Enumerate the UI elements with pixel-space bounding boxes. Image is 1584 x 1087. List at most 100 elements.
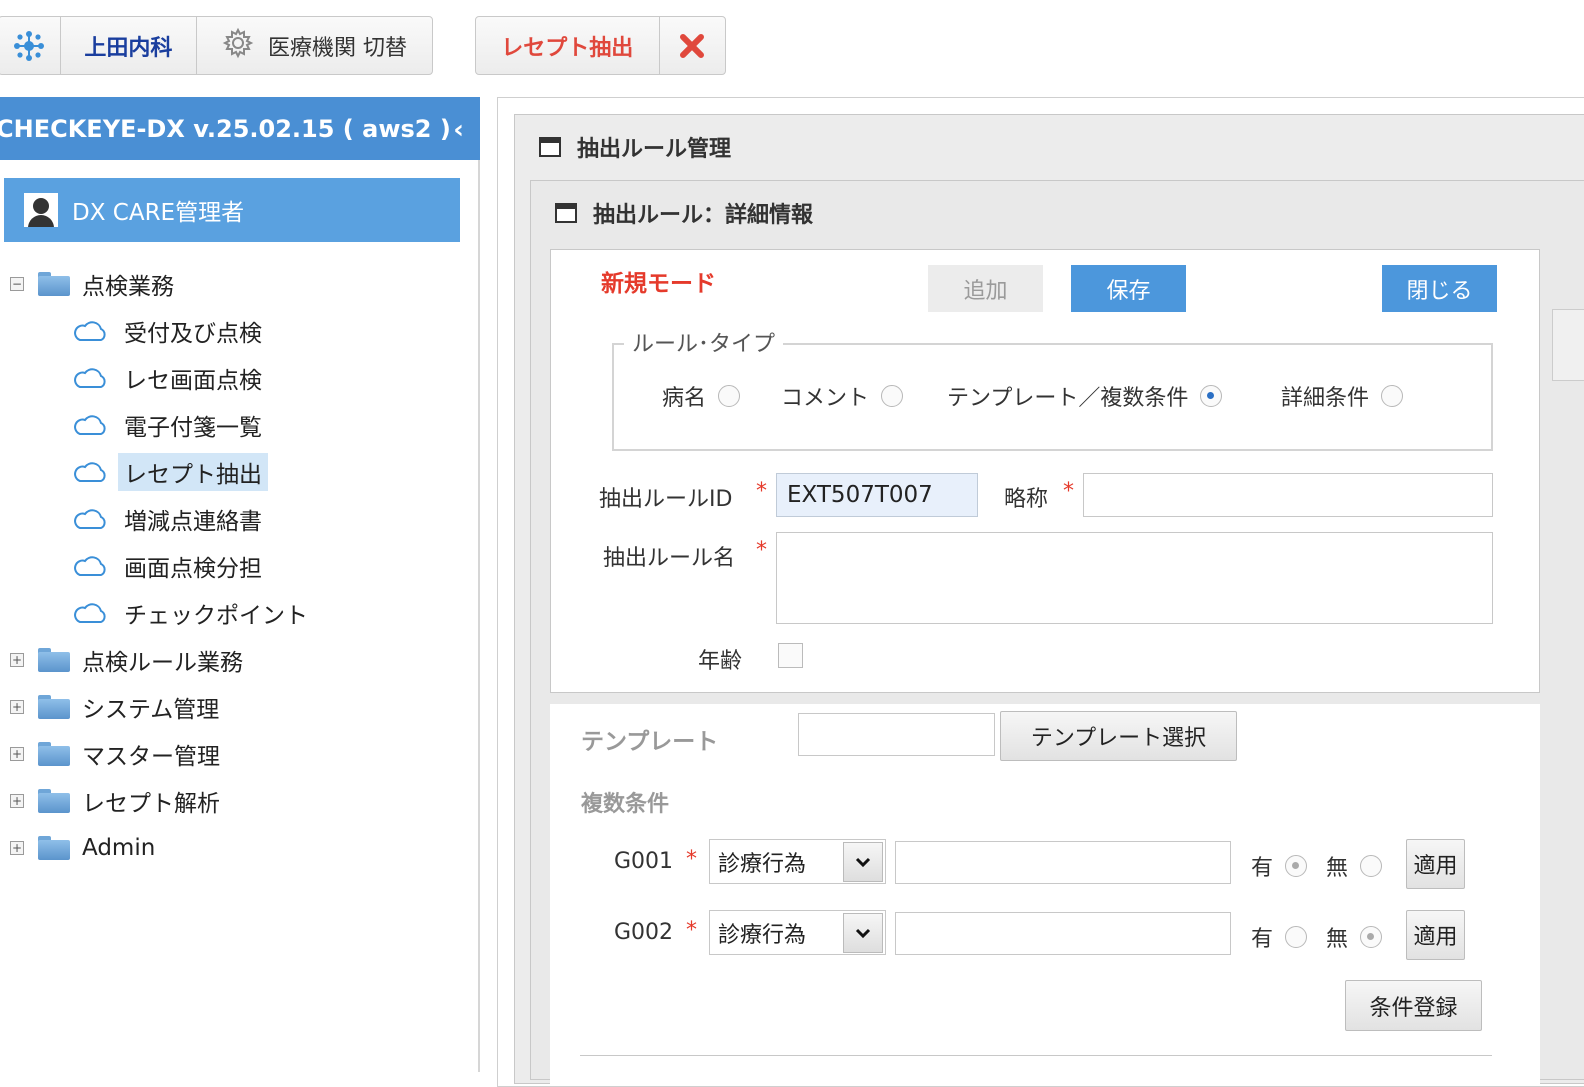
rule-form bbox=[550, 249, 1540, 693]
vertical-scrollbar[interactable] bbox=[1550, 249, 1584, 1079]
short-name-field[interactable] bbox=[1083, 473, 1493, 517]
condition-value-field[interactable] bbox=[895, 912, 1231, 955]
switch-clinic-button[interactable]: 医療機関 切替 bbox=[197, 17, 432, 74]
expand-icon[interactable]: + bbox=[10, 652, 24, 667]
rule-id-field[interactable]: EXT507T007 bbox=[776, 473, 978, 517]
tree-item-label: 画面点検分担 bbox=[124, 555, 262, 582]
clinic-name-button[interactable]: 上田内科 bbox=[61, 17, 198, 74]
expand-icon[interactable]: + bbox=[10, 746, 24, 761]
save-button[interactable]: 保存 bbox=[1071, 265, 1186, 312]
scrollbar-thumb[interactable] bbox=[1552, 309, 1584, 381]
radio-template[interactable] bbox=[1200, 385, 1223, 407]
folder-open-icon bbox=[38, 271, 70, 296]
required-mark: * bbox=[686, 918, 697, 943]
rule-type-template[interactable]: テンプレート／複数条件 bbox=[947, 380, 1223, 412]
close-button[interactable]: 閉じる bbox=[1382, 265, 1497, 312]
folder-icon bbox=[38, 741, 70, 766]
panel-header: 抽出ルール管理 bbox=[515, 115, 1584, 179]
tree-item-sticky-notes[interactable]: 電子付箋一覧 bbox=[0, 401, 470, 448]
condition-value-field[interactable] bbox=[895, 841, 1231, 884]
template-label: テンプレート bbox=[581, 729, 719, 755]
tree-item-receipt-extract[interactable]: レセプト抽出 bbox=[0, 448, 470, 495]
user-name: DX CARE管理者 bbox=[72, 200, 245, 226]
rule-type-legend: ルール･タイプ bbox=[624, 326, 784, 358]
register-conditions-button[interactable]: 条件登録 bbox=[1345, 980, 1482, 1031]
expand-icon[interactable]: + bbox=[10, 699, 24, 714]
template-field[interactable] bbox=[798, 713, 995, 756]
condition-yes-option[interactable]: 有 bbox=[1251, 921, 1308, 953]
conditions-label: 複数条件 bbox=[581, 792, 670, 817]
radio-yes[interactable] bbox=[1285, 926, 1308, 948]
rule-type-disease[interactable]: 病名 bbox=[662, 380, 741, 412]
tree-group-receipt-analysis[interactable]: + レセプト解析 bbox=[0, 777, 470, 824]
radio-comment[interactable] bbox=[881, 385, 904, 407]
app-logo-icon[interactable] bbox=[0, 17, 61, 74]
cloud-icon bbox=[74, 508, 106, 529]
app-header: CHECKEYE-DX v.25.02.15 ( aws2 ) ‹ bbox=[0, 97, 480, 160]
folder-icon bbox=[38, 788, 70, 813]
radio-no[interactable] bbox=[1360, 926, 1383, 948]
collapse-icon[interactable]: − bbox=[10, 276, 24, 291]
rule-type-detail[interactable]: 詳細条件 bbox=[1281, 380, 1404, 412]
app-version-title: CHECKEYE-DX v.25.02.15 ( aws2 ) bbox=[0, 114, 451, 143]
divider bbox=[580, 1055, 1492, 1056]
rule-type-comment[interactable]: コメント bbox=[781, 380, 904, 412]
condition-no-option[interactable]: 無 bbox=[1326, 921, 1383, 953]
tree-item-rese-screen[interactable]: レセ画面点検 bbox=[0, 354, 470, 401]
close-tab-icon[interactable] bbox=[660, 17, 725, 74]
tree-group-admin[interactable]: + Admin bbox=[0, 824, 470, 871]
condition-yes-option[interactable]: 有 bbox=[1251, 850, 1308, 882]
condition-type-select[interactable]: 診療行為 bbox=[709, 839, 886, 884]
gear-icon bbox=[222, 27, 254, 65]
age-checkbox[interactable] bbox=[778, 643, 803, 668]
user-box[interactable]: DX CARE管理者 bbox=[4, 178, 460, 242]
tree-group-inspection[interactable]: − 点検業務 bbox=[0, 260, 470, 307]
expand-icon[interactable]: + bbox=[10, 840, 24, 855]
rule-name-field[interactable] bbox=[776, 532, 1493, 624]
folder-icon bbox=[38, 647, 70, 672]
template-select-button[interactable]: テンプレート選択 bbox=[1000, 711, 1237, 761]
tree-item-label: 電子付箋一覧 bbox=[124, 414, 262, 441]
radio-detail[interactable] bbox=[1381, 385, 1404, 407]
apply-button[interactable]: 適用 bbox=[1406, 910, 1465, 960]
tree-item-adjustment-notice[interactable]: 増減点連絡書 bbox=[0, 495, 470, 542]
apply-button[interactable]: 適用 bbox=[1406, 839, 1465, 889]
cloud-icon bbox=[74, 320, 106, 341]
tree-item-label: レセ画面点検 bbox=[124, 367, 262, 394]
select-value: 診療行為 bbox=[718, 851, 807, 877]
tree-item-reception[interactable]: 受付及び点検 bbox=[0, 307, 470, 354]
tree-item-label-selected: レセプト抽出 bbox=[118, 452, 268, 491]
tree-group-label: システム管理 bbox=[82, 696, 220, 723]
condition-no-option[interactable]: 無 bbox=[1326, 850, 1383, 882]
tree-item-screen-assignment[interactable]: 画面点検分担 bbox=[0, 542, 470, 589]
cloud-icon bbox=[74, 414, 106, 435]
tree-group-label: 点検ルール業務 bbox=[82, 649, 243, 676]
cloud-icon bbox=[74, 602, 106, 623]
folder-icon bbox=[38, 835, 70, 860]
tree-item-checkpoint[interactable]: チェックポイント bbox=[0, 589, 470, 636]
expand-icon[interactable]: + bbox=[10, 793, 24, 808]
window-icon bbox=[539, 137, 561, 157]
panel-divider bbox=[478, 160, 480, 1072]
collapse-chevron-icon[interactable]: ‹ bbox=[453, 115, 464, 145]
condition-type-select[interactable]: 診療行為 bbox=[709, 910, 886, 955]
chevron-down-icon[interactable] bbox=[843, 912, 883, 953]
tab-receipt-extract[interactable]: レセプト抽出 bbox=[476, 17, 660, 74]
cloud-icon bbox=[74, 461, 106, 482]
select-value: 診療行為 bbox=[718, 922, 807, 948]
radio-yes[interactable] bbox=[1285, 855, 1308, 877]
radio-label: 病名 bbox=[662, 386, 707, 411]
tree-group-rule-business[interactable]: + 点検ルール業務 bbox=[0, 636, 470, 683]
radio-no[interactable] bbox=[1360, 855, 1383, 877]
chevron-down-icon[interactable] bbox=[843, 841, 883, 882]
rule-name-label: 抽出ルール名 bbox=[603, 546, 736, 571]
tree-group-master-admin[interactable]: + マスター管理 bbox=[0, 730, 470, 777]
radio-disease[interactable] bbox=[718, 385, 741, 407]
radio-label: 無 bbox=[1326, 856, 1349, 881]
mode-label: 新規モード bbox=[601, 271, 716, 297]
add-button[interactable]: 追加 bbox=[928, 265, 1043, 312]
tree-group-system-admin[interactable]: + システム管理 bbox=[0, 683, 470, 730]
cloud-icon bbox=[74, 367, 106, 388]
tree-group-label: レセプト解析 bbox=[82, 790, 220, 817]
clinic-toolbar: 上田内科 医療機関 切替 bbox=[0, 16, 433, 75]
